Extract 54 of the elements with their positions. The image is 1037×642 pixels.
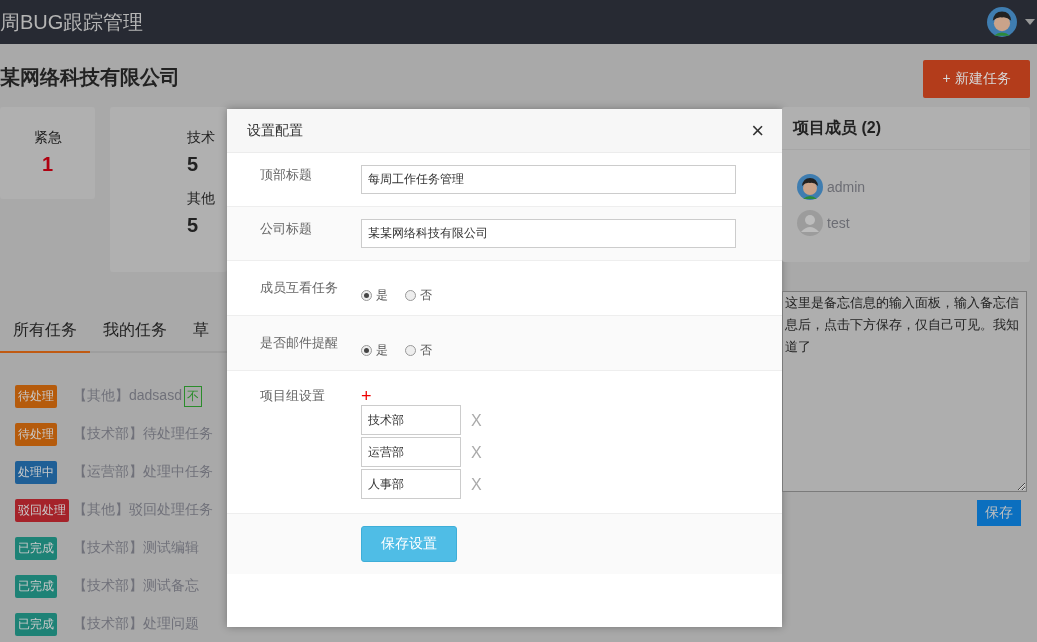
status-badge: 待处理: [15, 384, 57, 408]
stat-label: 其他: [187, 190, 215, 208]
stat-label: 技术: [187, 129, 215, 147]
field-label: 顶部标题: [260, 165, 313, 184]
field-label: 公司标题: [260, 219, 313, 238]
tab[interactable]: 草: [180, 310, 222, 353]
stat-value: 1: [41, 153, 54, 176]
remove-button[interactable]: X: [471, 444, 482, 462]
save-settings-button[interactable]: 保存设置: [361, 526, 457, 562]
dialog-title: 设置配置: [247, 121, 303, 140]
field-label: 成员互看任务: [260, 279, 339, 297]
input-field[interactable]: 每周工作任务管理: [361, 165, 736, 194]
radio-button[interactable]: [361, 290, 372, 301]
radio-label: 是: [376, 287, 388, 304]
radio-button[interactable]: [405, 290, 416, 301]
company-title: 某网络科技有限公司: [0, 65, 181, 90]
remove-button[interactable]: X: [471, 412, 482, 430]
status-badge: 已完成: [15, 612, 57, 636]
group-input[interactable]: 人事部: [361, 469, 461, 499]
new-task-button[interactable]: + 新建任务: [923, 60, 1030, 98]
member-name: test: [827, 215, 850, 231]
status-badge: 驳回处理: [15, 498, 69, 522]
save-button[interactable]: 保存: [977, 500, 1021, 526]
stat-value: 5: [187, 214, 199, 237]
group-input[interactable]: 运营部: [361, 437, 461, 467]
avatar-icon: [797, 174, 823, 200]
remove-button[interactable]: X: [471, 476, 482, 494]
group-input[interactable]: 技术部: [361, 405, 461, 435]
tab[interactable]: 我的任务: [90, 310, 180, 353]
radio-button[interactable]: [405, 345, 416, 356]
field-label: 项目组设置: [260, 387, 326, 405]
radio-label: 否: [420, 342, 432, 359]
radio-label: 否: [420, 287, 432, 304]
avatar-icon: [797, 210, 823, 236]
stat-value: 5: [187, 153, 199, 176]
app-title: 周BUG跟踪管理: [0, 9, 144, 35]
tab[interactable]: 所有任务: [0, 310, 90, 353]
task-tag: 不: [183, 385, 202, 407]
radio-label: 是: [376, 342, 388, 359]
add-button[interactable]: +: [361, 387, 372, 405]
memo-field[interactable]: 这里是备忘信息的输入面板，输入备忘信息后，点击下方保存，仅自己可见。我知道了: [782, 291, 1027, 492]
status-badge: 已完成: [15, 574, 57, 598]
caret-icon[interactable]: [1025, 19, 1035, 25]
status-badge: 待处理: [15, 422, 57, 446]
close-button[interactable]: ×: [751, 117, 764, 144]
input-field[interactable]: 某某网络科技有限公司: [361, 219, 736, 248]
stat-label: 紧急: [33, 129, 62, 147]
status-badge: 处理中: [15, 460, 57, 484]
avatar-icon: [987, 7, 1017, 37]
member-name: admin: [827, 179, 866, 195]
field-label: 是否邮件提醒: [260, 334, 339, 352]
status-badge: 已完成: [15, 536, 57, 560]
panel-title: 项目成员 (2): [793, 117, 881, 138]
radio-button[interactable]: [361, 345, 372, 356]
